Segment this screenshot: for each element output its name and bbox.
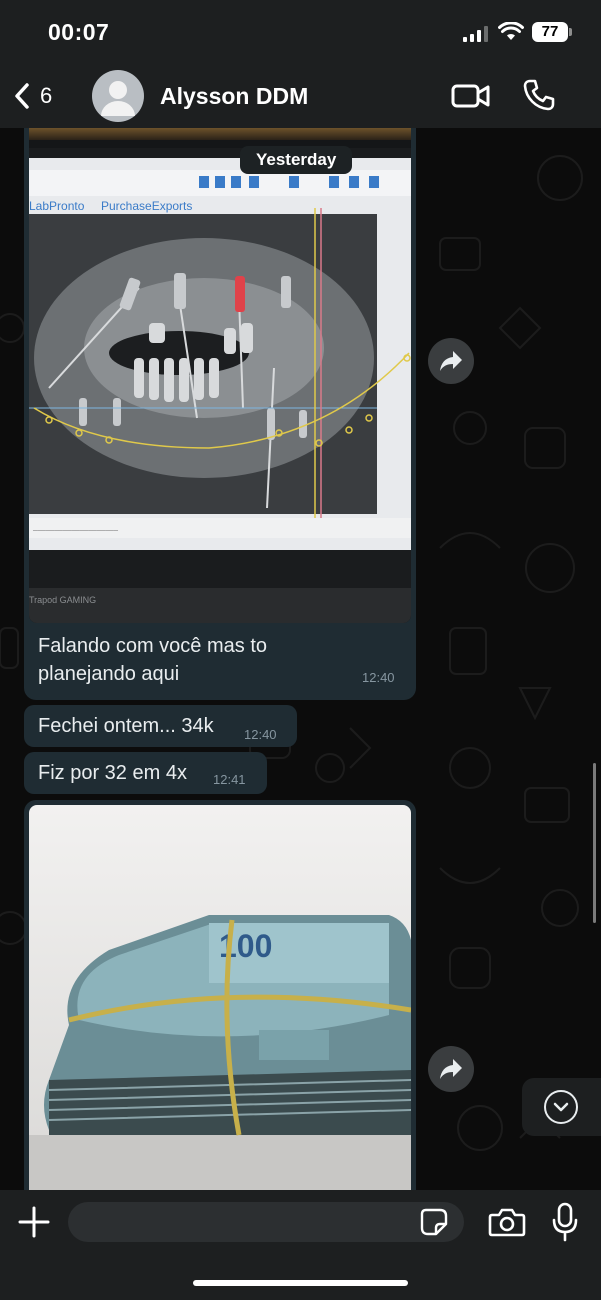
video-camera-icon[interactable]	[450, 80, 492, 112]
svg-text:────────────────────: ────────────────────	[32, 528, 119, 534]
xray-photo[interactable]: LabPronto PurchaseExports ──────────────…	[29, 128, 411, 623]
sticker-icon[interactable]	[420, 1208, 448, 1236]
text-message[interactable]: Fechei ontem... 34k 12:40	[24, 705, 297, 747]
message-text: Fiz por 32 em 4x	[38, 762, 187, 784]
battery-level: 77	[532, 22, 568, 42]
date-chip: Yesterday	[240, 146, 353, 174]
screen-app-name: LabPronto	[29, 199, 85, 213]
wifi-icon	[498, 22, 524, 40]
text-message[interactable]: Fiz por 32 em 4x 12:41	[24, 752, 267, 794]
money-photo[interactable]: 100	[29, 805, 411, 1190]
forward-button[interactable]	[428, 1046, 474, 1092]
phone-icon[interactable]	[522, 78, 556, 112]
scroll-indicator[interactable]	[593, 763, 596, 923]
input-bar	[0, 1190, 601, 1300]
image-message-money[interactable]: 100	[24, 800, 416, 1190]
chevron-left-icon	[15, 83, 29, 109]
chevron-down-icon	[553, 1102, 569, 1112]
screen-brand: PurchaseExports	[101, 199, 192, 213]
message-caption: Falando com você mas to planejando aqui	[38, 635, 267, 685]
microphone-icon[interactable]	[552, 1202, 578, 1242]
message-time: 12:40	[244, 727, 277, 742]
chat-area[interactable]: LabPronto PurchaseExports ──────────────…	[0, 128, 601, 1190]
forward-arrow-icon	[440, 351, 462, 371]
laptop-brand: Trapod GAMING	[29, 595, 96, 605]
status-time: 00:07	[48, 19, 110, 45]
forward-button[interactable]	[428, 338, 474, 384]
chat-header: 6 Alysson DDM	[0, 64, 601, 128]
plus-icon[interactable]	[16, 1204, 52, 1240]
cellular-signal-icon	[463, 26, 489, 42]
status-bar: 00:07 77	[0, 0, 601, 64]
back-button[interactable]: 6	[14, 74, 76, 118]
contact-name[interactable]: Alysson DDM	[160, 83, 308, 110]
camera-icon[interactable]	[488, 1206, 526, 1238]
avatar[interactable]	[92, 70, 144, 122]
message-time: 12:41	[213, 772, 246, 787]
message-text: Fechei ontem... 34k	[38, 715, 214, 737]
unread-count: 6	[40, 83, 53, 108]
scroll-down-button[interactable]	[522, 1078, 601, 1136]
message-input[interactable]	[68, 1202, 464, 1242]
home-indicator	[193, 1280, 408, 1286]
message-time: 12:40	[362, 670, 395, 685]
battery-tip	[569, 28, 572, 36]
forward-arrow-icon	[440, 1059, 462, 1079]
image-message-xray[interactable]: LabPronto PurchaseExports ──────────────…	[24, 128, 416, 700]
